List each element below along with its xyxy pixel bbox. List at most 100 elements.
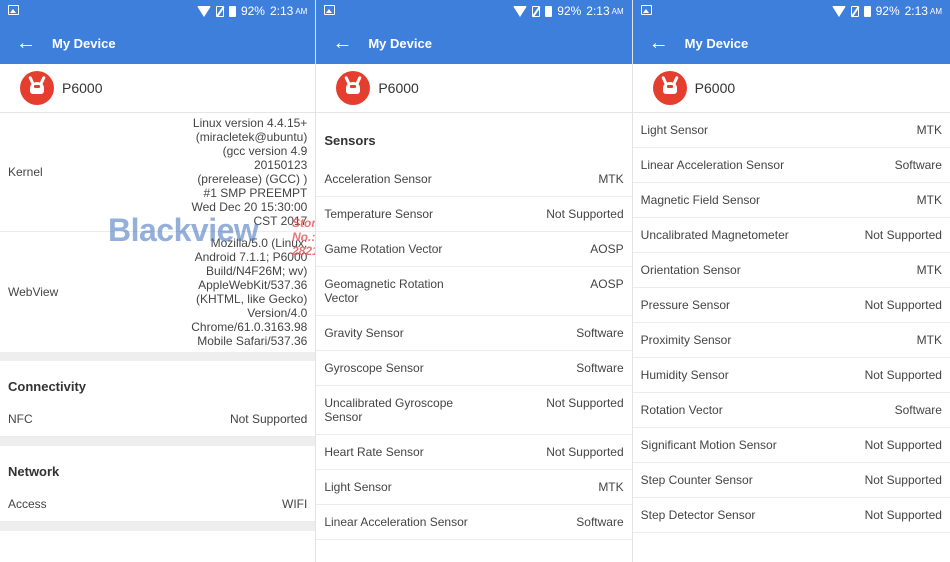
sensor-value: Software bbox=[576, 361, 624, 375]
battery-level: 92% bbox=[875, 4, 900, 18]
list-item: Game Rotation Vector AOSP bbox=[316, 232, 632, 267]
wifi-icon bbox=[196, 5, 211, 17]
app-bar: ← My Device bbox=[0, 22, 316, 64]
app-bar: ← My Device bbox=[316, 22, 632, 64]
sensor-list: Light Sensor MTK Linear Acceleration Senso… bbox=[632, 113, 950, 533]
clock: 2:13 bbox=[586, 4, 610, 18]
clock-ampm: AM bbox=[929, 6, 942, 16]
sensor-label: Linear Acceleration Sensor bbox=[640, 158, 785, 172]
sensor-value: Software bbox=[576, 326, 624, 340]
sensor-label: Geomagnetic Rotation Vector bbox=[324, 277, 444, 305]
device-header: P6000 bbox=[316, 64, 632, 113]
sensor-value: AOSP bbox=[590, 277, 624, 291]
wifi-icon bbox=[831, 5, 846, 17]
item-label: NFC bbox=[8, 412, 33, 426]
no-sim-icon bbox=[215, 5, 224, 17]
section-divider bbox=[0, 437, 316, 446]
sensor-value: MTK bbox=[916, 193, 942, 207]
sensor-value: Not Supported bbox=[546, 396, 624, 410]
sensor-value: MTK bbox=[598, 480, 624, 494]
antutu-logo-icon bbox=[336, 71, 371, 105]
item-label: Access bbox=[8, 497, 47, 511]
sensor-value: Software bbox=[894, 403, 942, 417]
sensor-value: Not Supported bbox=[546, 445, 624, 459]
battery-level: 92% bbox=[240, 4, 265, 18]
list-item: Uncalibrated Gyroscope Sensor Not Support… bbox=[316, 386, 632, 435]
app-title: My Device bbox=[684, 35, 749, 51]
sensor-label: Uncalibrated Magnetometer bbox=[640, 228, 789, 242]
sensor-label: Light Sensor bbox=[324, 480, 392, 494]
sensor-label: Gravity Sensor bbox=[324, 326, 404, 340]
sensor-value: AOSP bbox=[590, 242, 624, 256]
list-item: Humidity Sensor Not Supported bbox=[632, 358, 950, 393]
list-item: Uncalibrated Magnetometer Not Supported bbox=[632, 218, 950, 253]
device-name: P6000 bbox=[378, 80, 419, 96]
sensor-label: Acceleration Sensor bbox=[324, 172, 432, 186]
screen-2: 92% 2:13 AM ← My Device P6000 Sensors Ac… bbox=[316, 0, 633, 562]
list-item: Acceleration Sensor MTK bbox=[316, 162, 632, 197]
sensor-label: Rotation Vector bbox=[640, 403, 723, 417]
battery-icon bbox=[863, 5, 871, 17]
item-value: Not Supported bbox=[229, 412, 308, 426]
connectivity-header: Connectivity bbox=[8, 379, 87, 394]
sensor-label: Light Sensor bbox=[640, 123, 709, 137]
list-item: Pressure Sensor Not Supported bbox=[632, 288, 950, 323]
no-sim-icon bbox=[532, 5, 541, 17]
sensor-value: MTK bbox=[916, 123, 942, 137]
arrow-left-icon[interactable]: ← bbox=[633, 22, 685, 64]
list-item: Rotation Vector Software bbox=[632, 393, 950, 428]
device-header: P6000 bbox=[0, 64, 316, 113]
status-bar: 92% 2:13 AM bbox=[632, 0, 950, 22]
list-item: Linear Acceleration Sensor Software bbox=[632, 148, 950, 183]
list-item: Access WIFI bbox=[0, 487, 316, 522]
sensor-value: MTK bbox=[916, 263, 942, 277]
list-item: Light Sensor MTK bbox=[316, 470, 632, 505]
sensors-header: Sensors bbox=[324, 133, 376, 148]
app-title: My Device bbox=[52, 35, 116, 51]
app-bar: ← My Device bbox=[632, 22, 950, 64]
list-item: Gyroscope Sensor Software bbox=[316, 351, 632, 386]
watermark-brand: Blackview bbox=[108, 212, 259, 248]
arrow-left-icon[interactable]: ← bbox=[0, 22, 52, 64]
webview-value: Mozilla/5.0 (Linux; Android 7.1.1; P6000… bbox=[191, 236, 308, 348]
list-item: Magnetic Field Sensor MTK bbox=[632, 183, 950, 218]
clock: 2:13 bbox=[269, 4, 294, 18]
arrow-left-icon[interactable]: ← bbox=[316, 22, 368, 64]
sensor-value: Software bbox=[576, 515, 624, 529]
sensor-label: Temperature Sensor bbox=[324, 207, 434, 221]
list-item: Step Detector Sensor Not Supported bbox=[632, 498, 950, 533]
list-item: Light Sensor MTK bbox=[632, 113, 950, 148]
battery-icon bbox=[545, 5, 553, 17]
sensor-value: Not Supported bbox=[864, 473, 942, 487]
sensor-label: Humidity Sensor bbox=[640, 368, 729, 382]
sensor-label: Significant Motion Sensor bbox=[640, 438, 777, 452]
watermark-store-line2: 2821021 bbox=[292, 244, 315, 258]
image-notification-icon bbox=[8, 5, 19, 15]
battery-icon bbox=[228, 5, 236, 17]
clock-ampm: AM bbox=[295, 6, 308, 16]
webview-label: WebView bbox=[8, 285, 59, 299]
watermark-store: Store No.: 2821021 bbox=[292, 216, 316, 258]
list-item: Linear Acceleration Sensor Software bbox=[316, 505, 632, 540]
list-item: NFC Not Supported bbox=[0, 402, 316, 437]
list-item: Proximity Sensor MTK bbox=[632, 323, 950, 358]
watermark-store-line1: Store No.: bbox=[292, 216, 316, 244]
clock-ampm: AM bbox=[611, 6, 624, 16]
sensor-value: Software bbox=[894, 158, 942, 172]
list-item: Orientation Sensor MTK bbox=[632, 253, 950, 288]
antutu-logo-icon bbox=[652, 71, 687, 105]
no-sim-icon bbox=[850, 5, 859, 17]
section-divider bbox=[0, 522, 316, 531]
kernel-label: Kernel bbox=[8, 165, 43, 179]
list-item: Significant Motion Sensor Not Supported bbox=[632, 428, 950, 463]
sensor-value: MTK bbox=[916, 333, 942, 347]
image-notification-icon bbox=[324, 5, 336, 15]
sensor-value: Not Supported bbox=[864, 298, 942, 312]
list-item: Step Counter Sensor Not Supported bbox=[632, 463, 950, 498]
sensor-value: MTK bbox=[598, 172, 624, 186]
app-title: My Device bbox=[368, 35, 432, 51]
item-value: WIFI bbox=[282, 497, 308, 511]
sensor-value: Not Supported bbox=[546, 207, 624, 221]
screen-3: 92% 2:13 AM ← My Device P6000 Light Sens… bbox=[632, 0, 950, 562]
device-header: P6000 bbox=[632, 64, 950, 113]
